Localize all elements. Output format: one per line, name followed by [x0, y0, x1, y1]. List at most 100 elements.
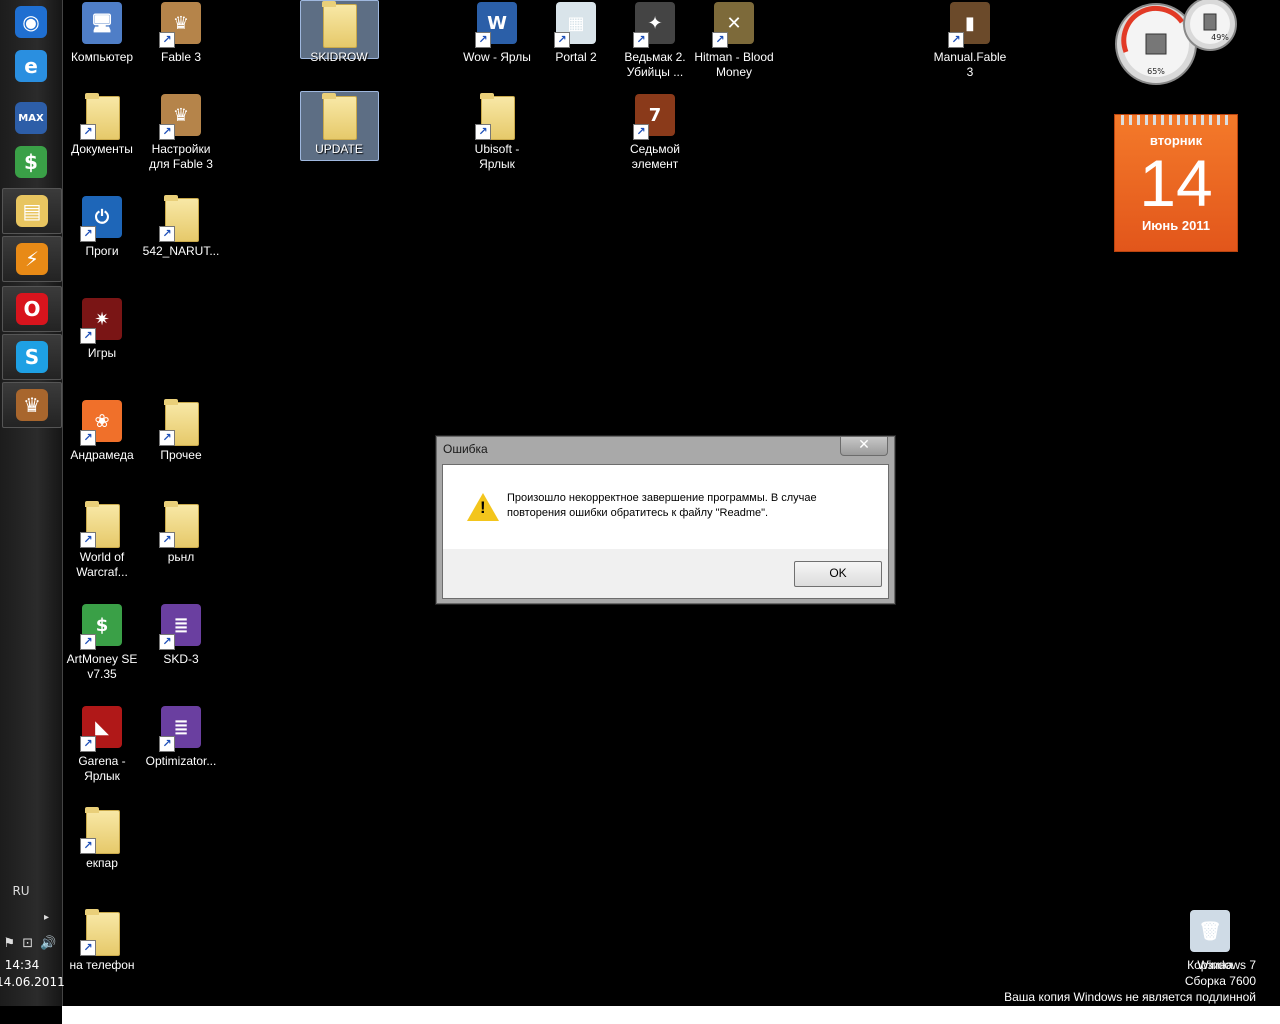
fable-icon: ♛ [16, 389, 48, 421]
folder-icon: ↗ [157, 398, 205, 446]
desktop-icon[interactable]: ♛ ↗ Настройки для Fable 3 [141, 92, 221, 172]
shortcut-arrow-icon: ↗ [948, 32, 964, 48]
desktop-icon-label: Седьмой элемент [630, 142, 680, 171]
desktop-icon-label: 542_NARUT... [142, 244, 220, 258]
taskbar-button[interactable]: S [2, 334, 62, 380]
desktop-icon-label: World of Warcraf... [76, 550, 128, 579]
desktop-icon[interactable]: SKIDROW [299, 0, 379, 65]
warning-icon-mark: ! [480, 498, 486, 517]
clock-date[interactable]: 14.06.2011 [0, 975, 65, 989]
desktop-icon[interactable]: ✷ ↗ Игры [62, 296, 142, 361]
ok-button[interactable]: OK [794, 561, 882, 587]
desktop-icon[interactable]: ♛ ↗ Fable 3 [141, 0, 221, 65]
folder-icon: ↗ [78, 92, 126, 140]
taskbar-button[interactable]: e [2, 44, 60, 88]
taskbar-button[interactable]: ⚡ [2, 236, 62, 282]
action-center-icon[interactable]: ⚑ [4, 936, 16, 951]
desktop-icon-label: ArtMoney SE v7.35 [66, 652, 138, 681]
calendar-month: Июнь 2011 [1141, 218, 1211, 233]
shortcut-arrow-icon: ↗ [712, 32, 728, 48]
desktop-icon-label: екпар [86, 856, 118, 870]
folder-icon: ↗ [78, 908, 126, 956]
desktop-icon-label: Garena - Ярлык [78, 754, 126, 783]
artmoney-icon: $ [15, 146, 47, 178]
desktop-icon[interactable]: ✦ ↗ Ведьмак 2. Убийцы ... [615, 0, 695, 80]
taskbar-button[interactable]: MAX [2, 96, 60, 140]
desktop-icon[interactable]: ↗ World of Warcraf... [62, 500, 142, 580]
bottom-strip [62, 1006, 1280, 1024]
shortcut-arrow-icon: ↗ [159, 736, 175, 752]
desktop-icon[interactable]: 🖥 Компьютер [62, 0, 142, 65]
desktop-icon[interactable]: ⏻ ↗ Проги [62, 194, 142, 259]
desktop-icon[interactable]: ↗ Прочее [141, 398, 221, 463]
shortcut-arrow-icon: ↗ [80, 430, 96, 446]
desktop-icon[interactable]: ↗ Ubisoft - Ярлык [457, 92, 537, 172]
desktop-icon[interactable]: ▦ ↗ Portal 2 [536, 0, 616, 65]
clock-time[interactable]: 14:34 [0, 958, 44, 972]
app-icon: ◣ ↗ [78, 704, 126, 752]
explorer-icon: ▤ [16, 195, 48, 227]
shortcut-arrow-icon: ↗ [80, 940, 96, 956]
desktop-icon-label: SKIDROW [310, 50, 368, 64]
app-icon: ✕ ↗ [710, 0, 758, 48]
language-indicator[interactable]: RU [0, 884, 42, 898]
app-icon: ▮ ↗ [946, 0, 994, 48]
opera-icon: O [16, 293, 48, 325]
calendar-rings [1121, 115, 1231, 125]
app-icon: ♛ ↗ [157, 0, 205, 48]
desktop-icon-label: Ведьмак 2. Убийцы ... [624, 50, 686, 79]
desktop-icon[interactable]: ↗ 542_NARUT... [141, 194, 221, 259]
desktop-icon[interactable]: ↗ екпар [62, 806, 142, 871]
taskbar-button[interactable]: O [2, 286, 62, 332]
taskbar-button[interactable]: $ [2, 140, 60, 184]
desktop-icon-label: на телефон [69, 958, 135, 972]
network-icon[interactable]: ⊡ [22, 936, 33, 951]
shortcut-arrow-icon: ↗ [475, 32, 491, 48]
app-icon: ≣ ↗ [157, 602, 205, 650]
taskbar-button[interactable]: ♛ [2, 382, 62, 428]
shortcut-arrow-icon: ↗ [159, 634, 175, 650]
app-icon: ▦ ↗ [552, 0, 600, 48]
cpu-meter-gadget[interactable]: 65% 49% [1112, 0, 1240, 86]
shortcut-arrow-icon: ↗ [554, 32, 570, 48]
desktop-icon[interactable]: ✕ ↗ Hitman - Blood Money [694, 0, 774, 80]
taskbar-button[interactable]: ▤ [2, 188, 62, 234]
tray-expand-icon[interactable]: ▸ [44, 912, 49, 923]
taskbar-button[interactable]: ◉ [2, 0, 60, 44]
desktop-icon[interactable]: ↗ на телефон [62, 908, 142, 973]
app-icon: 🗑 [1186, 908, 1234, 956]
desktop-icon[interactable]: ▮ ↗ Manual.Fable 3 [930, 0, 1010, 80]
close-button[interactable]: ✕ [840, 437, 888, 456]
shortcut-arrow-icon: ↗ [80, 124, 96, 140]
calendar-day: 14 [1139, 146, 1213, 220]
windows-watermark: Windows 7 Сборка 7600 Ваша копия Windows… [1004, 957, 1256, 1005]
shortcut-arrow-icon: ↗ [159, 226, 175, 242]
desktop-icon-label: Игры [87, 346, 117, 360]
desktop-icon-label: Optimizator... [145, 754, 217, 768]
volume-icon[interactable]: 🔊 [40, 936, 56, 951]
ram-percent: 49% [1211, 33, 1229, 42]
skype-icon: S [16, 341, 48, 373]
desktop-icon[interactable]: ↗ Документы [62, 92, 142, 157]
desktop-icon[interactable]: ≣ ↗ SKD-3 [141, 602, 221, 667]
app-icon: 🖥 [78, 0, 126, 48]
shortcut-arrow-icon: ↗ [80, 634, 96, 650]
desktop-icon[interactable]: $ ↗ ArtMoney SE v7.35 [62, 602, 142, 682]
desktop-icon[interactable]: ≣ ↗ Optimizator... [141, 704, 221, 769]
app-icon: ✷ ↗ [78, 296, 126, 344]
shortcut-arrow-icon: ↗ [80, 226, 96, 242]
watermark-os: Windows 7 [1197, 958, 1256, 972]
shortcut-arrow-icon: ↗ [159, 32, 175, 48]
desktop-icon[interactable]: ◣ ↗ Garena - Ярлык [62, 704, 142, 784]
app-icon: W ↗ [473, 0, 521, 48]
app-icon: ❀ ↗ [78, 398, 126, 446]
desktop-icon[interactable]: W ↗ Wow - Ярлы [457, 0, 537, 65]
desktop-icon[interactable]: UPDATE [299, 92, 379, 157]
desktop-icon-label: Fable 3 [160, 50, 202, 64]
dialog-message: Произошло некорректное завершение програ… [507, 492, 817, 519]
calendar-gadget[interactable]: вторник 14 Июнь 2011 [1114, 114, 1238, 252]
desktop-icon[interactable]: 7 ↗ Седьмой элемент [615, 92, 695, 172]
desktop-icon[interactable]: ↗ рьнл [141, 500, 221, 565]
folder-icon: ↗ [78, 806, 126, 854]
desktop-icon[interactable]: ❀ ↗ Андрамеда [62, 398, 142, 463]
